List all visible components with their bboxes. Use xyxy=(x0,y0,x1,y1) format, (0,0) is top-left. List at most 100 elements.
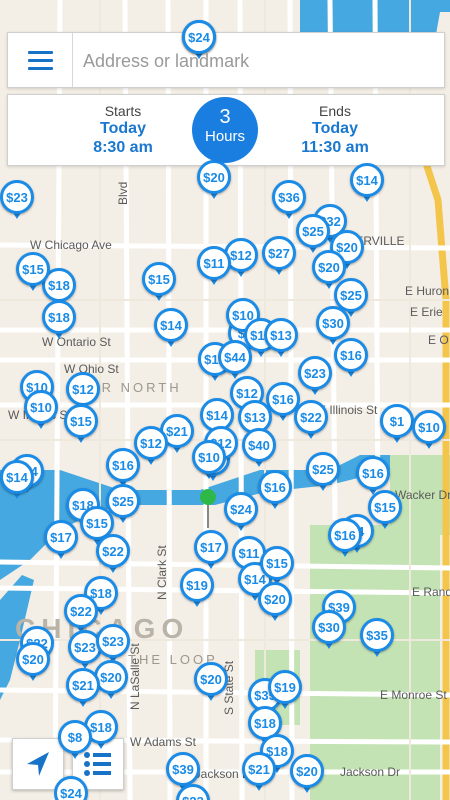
area-label: ER NORTH xyxy=(90,380,182,395)
price-pin-label: $39 xyxy=(166,752,200,786)
price-pin-label: $20 xyxy=(312,250,346,284)
price-pin-label: $10 xyxy=(412,410,446,444)
price-pin[interactable]: $22 xyxy=(294,400,328,444)
price-pin[interactable]: $16 xyxy=(334,338,368,382)
location-arrow-icon xyxy=(27,752,49,776)
price-pin-label: $20 xyxy=(258,582,292,616)
price-pin[interactable]: $22 xyxy=(96,534,130,578)
price-pin-label: $22 xyxy=(294,400,328,434)
price-pin-label: $23 xyxy=(0,180,34,214)
starts-label: Starts xyxy=(104,103,142,119)
price-pin-label: $19 xyxy=(180,568,214,602)
green-map-pin-icon xyxy=(200,489,216,528)
price-pin-label: $30 xyxy=(312,610,346,644)
price-pin-label: $14 xyxy=(154,308,188,342)
price-pin-label: $20 xyxy=(197,160,231,194)
street-label: E Huron xyxy=(405,284,450,298)
price-pin[interactable]: $13 xyxy=(264,318,298,362)
price-pin-label: $21 xyxy=(242,752,276,786)
price-pin-label: $14 xyxy=(350,163,384,197)
price-pin[interactable]: $10 xyxy=(192,440,226,484)
price-pin-label: $13 xyxy=(264,318,298,352)
price-pin-label: $23 xyxy=(96,624,130,658)
price-pin[interactable]: $20 xyxy=(16,642,50,686)
price-pin[interactable]: $19 xyxy=(180,568,214,612)
street-label: E Randolph xyxy=(412,585,450,599)
street-label: W Chicago Ave xyxy=(30,238,112,252)
street-label: Blvd xyxy=(116,181,130,205)
price-pin-label: $16 xyxy=(356,456,390,490)
price-pin[interactable]: $27 xyxy=(262,236,296,280)
price-pin[interactable]: $10 xyxy=(412,410,446,454)
price-pin[interactable]: $20 xyxy=(194,662,228,706)
price-pin[interactable]: $14 xyxy=(350,163,384,207)
price-pin[interactable]: $20 xyxy=(258,582,292,626)
price-pin-label: $40 xyxy=(242,428,276,462)
price-pin-label: $10 xyxy=(192,440,226,474)
price-pin-label: $20 xyxy=(194,662,228,696)
street-label: W Adams St xyxy=(130,735,197,749)
price-pin-label: $36 xyxy=(272,180,306,214)
price-pin-label: $18 xyxy=(42,300,76,334)
time-selector: Starts Today 8:30 am 3 Hours Ends Today … xyxy=(7,94,445,166)
price-pin[interactable]: $14 xyxy=(154,308,188,352)
price-pin[interactable]: $16 xyxy=(258,470,292,514)
ends-label: Ends xyxy=(319,103,351,119)
price-pin-label: $19 xyxy=(268,670,302,704)
duration-button[interactable]: 3 Hours xyxy=(192,97,258,163)
price-pin[interactable]: $20 xyxy=(290,754,324,798)
price-pin[interactable]: $18 xyxy=(42,300,76,344)
search-input[interactable] xyxy=(81,33,435,89)
street-label: E Monroe St xyxy=(380,688,447,702)
price-pin[interactable]: $17 xyxy=(44,520,78,564)
price-pin[interactable]: $10 xyxy=(24,390,58,434)
price-pin[interactable]: $23 xyxy=(298,356,332,400)
price-pin-label: $22 xyxy=(64,594,98,628)
price-pin[interactable]: $24 xyxy=(224,492,258,536)
price-pin[interactable]: $20 xyxy=(197,160,231,204)
price-pin-label: $16 xyxy=(106,448,140,482)
street-label: Jackson Dr xyxy=(340,765,401,779)
price-pin-label: $8 xyxy=(58,720,92,754)
street-label: N Clark St xyxy=(155,545,169,600)
price-pin[interactable]: $23 xyxy=(0,180,34,224)
ends-time: 11:30 am xyxy=(301,139,369,156)
ends-day: Today xyxy=(312,120,358,137)
start-time-selector[interactable]: Starts Today 8:30 am xyxy=(53,103,193,157)
price-pin[interactable]: $30 xyxy=(312,610,346,654)
price-pin[interactable]: $15 xyxy=(64,404,98,448)
price-pin-label: $21 xyxy=(66,668,100,702)
price-pin-label: $12 xyxy=(134,426,168,460)
duration-unit: Hours xyxy=(204,128,245,145)
price-pin[interactable]: $14 xyxy=(0,460,34,504)
starts-day: Today xyxy=(100,120,146,137)
price-pin-label: $17 xyxy=(44,520,78,554)
street-label: E O xyxy=(428,333,449,347)
street-label: E Erie xyxy=(410,305,443,319)
price-pin[interactable]: $1 xyxy=(380,404,414,448)
end-time-selector[interactable]: Ends Today 11:30 am xyxy=(265,103,405,157)
price-pin-label: $24 xyxy=(182,20,216,54)
price-pin-label: $16 xyxy=(328,518,362,552)
price-pin[interactable]: $35 xyxy=(360,618,394,662)
price-pin-label: $14 xyxy=(0,460,34,494)
price-pin[interactable]: $21 xyxy=(66,668,100,712)
price-pin-label: $30 xyxy=(316,306,350,340)
price-pin-label: $15 xyxy=(142,262,176,296)
price-pin-label: $1 xyxy=(380,404,414,438)
price-pin-label: $17 xyxy=(194,530,228,564)
price-pin-label: $24 xyxy=(224,492,258,526)
duration-value: 3 xyxy=(219,106,231,128)
price-pin[interactable]: $40 xyxy=(242,428,276,472)
hamburger-menu-icon[interactable] xyxy=(8,33,73,87)
price-pin-label: $10 xyxy=(24,390,58,424)
price-pin[interactable]: $25 xyxy=(306,452,340,496)
price-pin[interactable]: $16 xyxy=(328,518,362,562)
price-pin[interactable]: $21 xyxy=(242,752,276,796)
price-pin-label: $23 xyxy=(298,356,332,390)
price-pin-label: $20 xyxy=(16,642,50,676)
price-pin[interactable]: $15 xyxy=(142,262,176,306)
price-pin[interactable]: $11 xyxy=(197,246,231,290)
price-pin-label: $44 xyxy=(218,340,252,374)
price-pin-label: $16 xyxy=(334,338,368,372)
